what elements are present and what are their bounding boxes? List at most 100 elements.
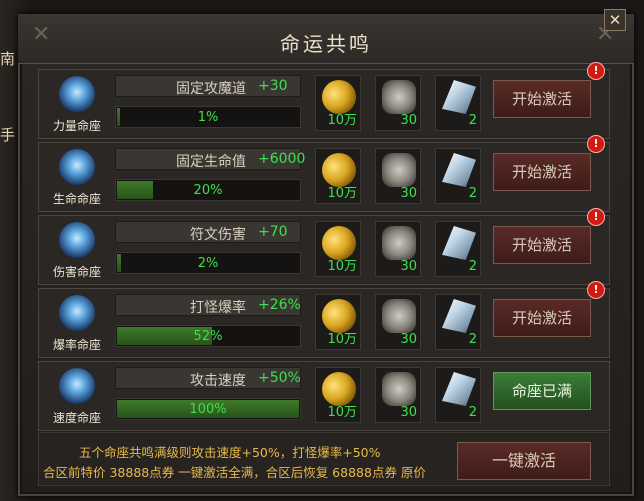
ore-item[interactable]: 30 xyxy=(375,148,421,204)
activate-button[interactable]: 开始激活 xyxy=(493,226,591,264)
progress-text: 52% xyxy=(193,329,223,344)
constellation-art xyxy=(59,149,95,185)
item-count: 2 xyxy=(468,405,477,420)
constellation-name: 生命命座 xyxy=(52,192,101,206)
stat-bonus: +30 xyxy=(258,78,288,94)
crit-rate-constellation-icon: 爆率命座 xyxy=(45,293,109,355)
ore-item[interactable]: 30 xyxy=(375,367,421,423)
stat-bonus: +70 xyxy=(258,224,288,240)
ore-item[interactable]: 30 xyxy=(375,75,421,131)
gold-coins-item[interactable]: 10万 xyxy=(315,148,361,204)
footer-promo: 合区前特价 38888点券 一键激活全满，合区后恢复 68888点券 原价 xyxy=(43,465,426,480)
side-fragment: 手 xyxy=(0,126,16,144)
item-count: 10万 xyxy=(327,332,357,347)
item-count: 10万 xyxy=(327,186,357,201)
footer-panel: 五个命座共鸣满级则攻击速度+50%，打怪爆率+50% 合区前特价 38888点券… xyxy=(38,432,610,486)
alert-icon: ! xyxy=(587,62,605,80)
ore-item[interactable]: 30 xyxy=(375,294,421,350)
close-button[interactable]: ✕ xyxy=(604,9,626,31)
stat-bar: 固定攻魔道 +30 xyxy=(115,75,301,97)
item-count: 30 xyxy=(400,405,417,420)
stat-name: 固定攻魔道 xyxy=(176,81,246,97)
constellation-row-drop-rate: 爆率命座 打怪爆率 +26% 52% 10万 30 2 开始激活 ! xyxy=(38,281,610,358)
progress-bar: 100% xyxy=(115,398,301,420)
stat-bonus: +26% xyxy=(258,297,301,313)
item-count: 10万 xyxy=(327,405,357,420)
ore-icon xyxy=(382,226,416,260)
progress-bar: 2% xyxy=(115,252,301,274)
constellation-row-life: 生命命座 固定生命值 +6000 20% 10万 30 2 开始激活 ! xyxy=(38,135,610,212)
alert-icon: ! xyxy=(587,208,605,226)
constellation-row-power: 力量命座 固定攻魔道 +30 1% 10万 30 2 开始激活 ! xyxy=(38,62,610,139)
ore-icon xyxy=(382,153,416,187)
crystal-item[interactable]: 2 xyxy=(435,294,481,350)
power-constellation-icon: 力量命座 xyxy=(45,74,109,136)
progress-text: 2% xyxy=(197,256,219,271)
alert-icon: ! xyxy=(587,135,605,153)
item-count: 30 xyxy=(400,332,417,347)
activate-button[interactable]: 开始激活 xyxy=(493,153,591,191)
activate-all-button[interactable]: 一键激活 xyxy=(457,442,591,480)
constellation-row-speed: 速度命座 攻击速度 +50% 100% 10万 30 2 命座已满 xyxy=(38,361,610,431)
footer-note: 五个命座共鸣满级则攻击速度+50%，打怪爆率+50% xyxy=(79,445,381,460)
progress-bar: 20% xyxy=(115,179,301,201)
ore-icon xyxy=(382,80,416,114)
stat-bar: 固定生命值 +6000 xyxy=(115,148,305,170)
ore-icon xyxy=(382,372,416,406)
progress-text: 100% xyxy=(189,402,227,417)
stat-bar: 符文伤害 +70 xyxy=(115,221,301,243)
gold-coins-item[interactable]: 10万 xyxy=(315,294,361,350)
crystal-icon xyxy=(442,299,476,333)
progress-text: 1% xyxy=(197,110,219,125)
title-bar: ✕ ✕ 命运共鸣 xyxy=(18,14,634,64)
item-count: 2 xyxy=(468,113,477,128)
stat-name: 符文伤害 xyxy=(190,227,246,243)
stat-bar: 打怪爆率 +26% xyxy=(115,294,301,316)
stat-bar: 攻击速度 +50% xyxy=(115,367,301,389)
constellation-art xyxy=(59,222,95,258)
stat-name: 攻击速度 xyxy=(190,373,246,389)
crystal-item[interactable]: 2 xyxy=(435,148,481,204)
crystal-item[interactable]: 2 xyxy=(435,221,481,277)
crystal-icon xyxy=(442,153,476,187)
gold-coins-item[interactable]: 10万 xyxy=(315,75,361,131)
item-count: 10万 xyxy=(327,259,357,274)
stat-name: 打怪爆率 xyxy=(190,300,246,316)
constellation-row-damage: 伤害命座 符文伤害 +70 2% 10万 30 2 开始激活 ! xyxy=(38,208,610,285)
constellation-art xyxy=(59,295,95,331)
item-count: 2 xyxy=(468,332,477,347)
item-count: 30 xyxy=(400,113,417,128)
constellation-name: 力量命座 xyxy=(52,119,101,133)
life-constellation-icon: 生命命座 xyxy=(45,147,109,209)
constellation-full-button[interactable]: 命座已满 xyxy=(493,372,591,410)
constellation-name: 速度命座 xyxy=(52,411,101,425)
item-count: 10万 xyxy=(327,113,357,128)
crystal-item[interactable]: 2 xyxy=(435,75,481,131)
constellation-art xyxy=(59,368,95,404)
crystal-icon xyxy=(442,80,476,114)
crystal-icon xyxy=(442,372,476,406)
speed-constellation-icon: 速度命座 xyxy=(45,366,109,428)
constellation-name: 爆率命座 xyxy=(52,338,101,352)
ore-item[interactable]: 30 xyxy=(375,221,421,277)
activate-button[interactable]: 开始激活 xyxy=(493,299,591,337)
side-fragment: 南 xyxy=(0,50,16,68)
stat-bonus: +50% xyxy=(258,370,301,386)
crystal-item[interactable]: 2 xyxy=(435,367,481,423)
constellation-name: 伤害命座 xyxy=(52,265,101,279)
gold-coins-item[interactable]: 10万 xyxy=(315,367,361,423)
progress-bar: 1% xyxy=(115,106,301,128)
constellation-art xyxy=(59,76,95,112)
item-count: 30 xyxy=(400,259,417,274)
activate-button[interactable]: 开始激活 xyxy=(493,80,591,118)
stat-bonus: +6000 xyxy=(258,151,306,167)
item-count: 2 xyxy=(468,186,477,201)
progress-text: 20% xyxy=(193,183,223,198)
item-count: 2 xyxy=(468,259,477,274)
window-title: 命运共鸣 xyxy=(280,32,372,56)
alert-icon: ! xyxy=(587,281,605,299)
stat-name: 固定生命值 xyxy=(176,154,246,170)
ore-icon xyxy=(382,299,416,333)
gold-coins-item[interactable]: 10万 xyxy=(315,221,361,277)
crystal-icon xyxy=(442,226,476,260)
